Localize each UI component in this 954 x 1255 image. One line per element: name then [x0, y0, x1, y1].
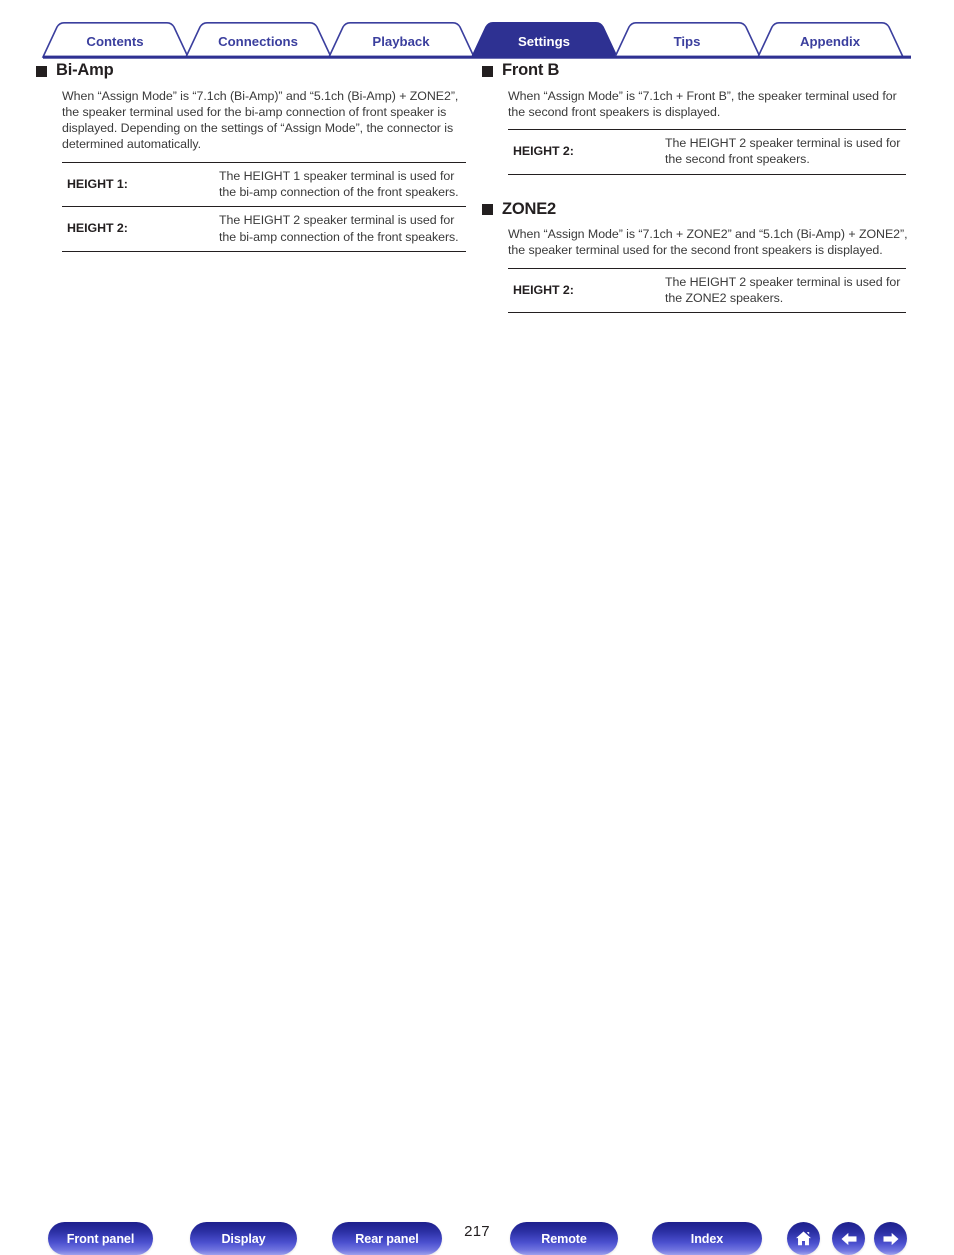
term-label: HEIGHT 2: — [62, 206, 219, 252]
term-label: HEIGHT 2: — [513, 282, 574, 297]
term-label: HEIGHT 1: — [67, 176, 128, 191]
home-icon — [794, 1229, 813, 1248]
tab-connections[interactable] — [188, 22, 331, 56]
remote-button[interactable]: Remote — [510, 1222, 618, 1255]
tab-tips[interactable] — [617, 22, 760, 56]
arrow-right-icon — [881, 1229, 901, 1249]
section-paragraph: When “Assign Mode” is “7.1ch + Front B”,… — [508, 88, 897, 119]
index-button[interactable]: Index — [652, 1222, 762, 1255]
front-panel-button[interactable]: Front panel — [48, 1222, 153, 1255]
section-bi-amp: Bi-Amp When “Assign Mode” is “7.1ch (Bi-… — [36, 62, 466, 252]
rear-panel-button[interactable]: Rear panel — [332, 1222, 442, 1255]
back-button[interactable] — [832, 1222, 865, 1255]
left-column: Bi-Amp When “Assign Mode” is “7.1ch (Bi-… — [36, 62, 466, 254]
term-description: The HEIGHT 2 speaker terminal is used fo… — [665, 274, 901, 306]
section-paragraph: When “Assign Mode” is “7.1ch + ZONE2” an… — [508, 227, 908, 258]
page-content: Bi-Amp When “Assign Mode” is “7.1ch (Bi-… — [0, 62, 954, 602]
definition-table: HEIGHT 1: The HEIGHT 1 speaker terminal … — [62, 161, 466, 252]
section-title: ZONE2 — [502, 199, 557, 218]
section-heading: Bi-Amp — [36, 62, 466, 79]
term-description: The HEIGHT 2 speaker terminal is used fo… — [665, 136, 901, 167]
page-number: 217 — [464, 1223, 490, 1240]
home-icon-button[interactable] — [787, 1222, 820, 1255]
section-zone2: ZONE2 When “Assign Mode” is “7.1ch + ZON… — [482, 201, 912, 314]
term-label: HEIGHT 2: — [513, 144, 574, 159]
forward-button[interactable] — [874, 1222, 907, 1255]
table-row: HEIGHT 2: The HEIGHT 2 speaker terminal … — [508, 268, 906, 313]
tab-bar: Contents Connections Playback Settings T… — [0, 0, 954, 62]
section-heading: ZONE2 — [482, 201, 912, 218]
table-row: HEIGHT 2: The HEIGHT 2 speaker terminal … — [62, 206, 466, 252]
section-title: Bi-Amp — [56, 61, 114, 79]
term-description: The HEIGHT 2 speaker terminal is used fo… — [219, 206, 466, 252]
tab-appendix[interactable] — [760, 22, 903, 56]
section-front-b: Front B When “Assign Mode” is “7.1ch + F… — [482, 62, 912, 175]
section-heading: Front B — [482, 62, 912, 79]
term-description: The HEIGHT 1 speaker terminal is used fo… — [219, 168, 459, 199]
definition-table: HEIGHT 2: The HEIGHT 2 speaker terminal … — [508, 129, 906, 175]
display-button[interactable]: Display — [190, 1222, 297, 1255]
section-paragraph: When “Assign Mode” is “7.1ch (Bi-Amp)” a… — [62, 88, 459, 152]
arrow-left-icon — [839, 1229, 859, 1249]
tab-playback[interactable] — [331, 22, 474, 56]
tab-settings[interactable] — [474, 22, 617, 56]
right-column: Front B When “Assign Mode” is “7.1ch + F… — [482, 62, 912, 315]
definition-table: HEIGHT 2: The HEIGHT 2 speaker terminal … — [508, 267, 906, 314]
footer-nav: Front panel Display Rear panel 217 Remot… — [0, 602, 954, 1255]
table-row: HEIGHT 2: The HEIGHT 2 speaker terminal … — [508, 130, 906, 175]
square-bullet-icon — [36, 65, 47, 77]
tab-contents[interactable] — [45, 22, 188, 56]
table-row: HEIGHT 1: The HEIGHT 1 speaker terminal … — [62, 162, 466, 207]
section-title: Front B — [502, 61, 560, 79]
square-bullet-icon — [482, 204, 493, 216]
square-bullet-icon — [482, 65, 493, 77]
